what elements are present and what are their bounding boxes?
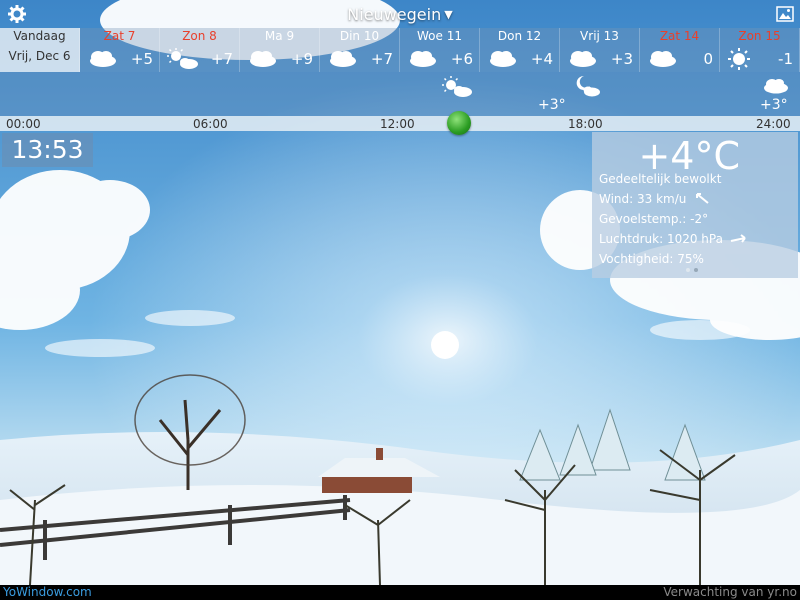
pressure-trend-icon (730, 234, 746, 243)
sun-icon (726, 48, 758, 70)
time-slider-handle[interactable] (447, 111, 471, 135)
day-temperature: +6 (450, 50, 473, 68)
cloud-icon (246, 48, 278, 68)
pressure-value: Luchtdruk: 1020 hPa (599, 232, 723, 246)
cloud-icon (566, 48, 598, 68)
timeline-label: 18:00 (568, 117, 603, 131)
bottom-bar: YoWindow.com Verwachting van yr.no (0, 585, 800, 600)
day-name: Zon 8 (182, 29, 217, 43)
day-temperature: 0 (703, 50, 713, 68)
day-din-10[interactable]: Din 10 +7 (320, 28, 400, 72)
hourly-temp-night: +3° (760, 97, 788, 113)
hourly-forecast-row: +3° +3° (0, 72, 800, 116)
wind-value: Wind: 33 km/u (599, 192, 687, 206)
day-temperature: +7 (370, 50, 393, 68)
day-name: Vrij 13 (580, 29, 619, 43)
day-temperature: -1 (778, 50, 793, 68)
landscape-picture-icon[interactable] (776, 6, 794, 22)
current-time: 13:53 (2, 133, 93, 167)
day-woe-11[interactable]: Woe 11 +6 (400, 28, 480, 72)
day-temperature: +4 (530, 50, 553, 68)
day-name: Zat 14 (659, 29, 700, 43)
page-dot-active (694, 268, 698, 272)
sun-cloud-icon (166, 48, 198, 69)
day-temperature: +9 (290, 50, 313, 68)
weather-condition: Gedeeltelijk bewolkt (599, 172, 722, 186)
page-dot (686, 268, 690, 272)
day-today[interactable]: Vandaag Vrij, Dec 6 (0, 28, 80, 72)
location-selector[interactable]: Nieuwegein ▼ (0, 5, 800, 24)
day-temperature: +5 (130, 50, 153, 68)
timeline-label: 06:00 (193, 117, 228, 131)
day-temperature: +3 (610, 50, 633, 68)
sun-cloud-icon (440, 76, 474, 102)
day-name: Woe 11 (417, 29, 462, 43)
moon-cloud-icon (572, 74, 602, 102)
day-zon-15[interactable]: Zon 15 -1 (720, 28, 800, 72)
day-temperature: +7 (210, 50, 233, 68)
day-zat-14[interactable]: Zat 14 0 (640, 28, 720, 72)
day-name: Vandaag (13, 29, 66, 43)
cloud-icon (486, 48, 518, 68)
day-date: Vrij, Dec 6 (8, 49, 71, 63)
day-name: Ma 9 (264, 29, 295, 43)
timeline-label: 24:00 (756, 117, 791, 131)
cloud-icon (86, 48, 118, 68)
location-name: Nieuwegein (347, 5, 442, 24)
day-name: Zon 15 (738, 29, 781, 43)
timeline-label: 12:00 (380, 117, 415, 131)
day-zat-7[interactable]: Zat 7 +5 (80, 28, 160, 72)
pressure-row: Luchtdruk: 1020 hPa (599, 232, 748, 246)
brand-link[interactable]: YoWindow.com (3, 585, 92, 599)
day-name: Don 12 (497, 29, 542, 43)
wind-row: Wind: 33 km/u (599, 192, 710, 206)
cloud-icon (406, 48, 438, 68)
timeline-label: 00:00 (6, 117, 41, 131)
forecast-source-link[interactable]: Verwachting van yr.no (663, 585, 797, 599)
day-don-12[interactable]: Don 12 +4 (480, 28, 560, 72)
page-indicator (684, 257, 700, 276)
hourly-temp-evening: +3° (538, 97, 566, 113)
top-bar: Nieuwegein ▼ (0, 0, 800, 28)
day-name: Zat 7 (103, 29, 136, 43)
day-ma-9[interactable]: Ma 9 +9 (240, 28, 320, 72)
daily-forecast-strip: Vandaag Vrij, Dec 6 Zat 7 +5 Zon 8 +7 Ma 9 +9… (0, 28, 800, 72)
cloud-icon (646, 48, 678, 68)
day-zon-8[interactable]: Zon 8 +7 (160, 28, 240, 72)
feels-like: Gevoelstemp.: -2° (599, 212, 709, 226)
cloud-icon (760, 76, 790, 98)
day-name: Din 10 (339, 29, 380, 43)
timeline-bar[interactable]: 00:00 06:00 12:00 18:00 24:00 (0, 116, 800, 131)
cloud-icon (326, 48, 358, 68)
chevron-down-icon: ▼ (444, 8, 453, 21)
day-vrij-13[interactable]: Vrij 13 +3 (560, 28, 640, 72)
wind-direction-icon (696, 193, 709, 204)
current-weather-panel[interactable]: +4°C Gedeeltelijk bewolkt Wind: 33 km/u … (592, 132, 798, 278)
